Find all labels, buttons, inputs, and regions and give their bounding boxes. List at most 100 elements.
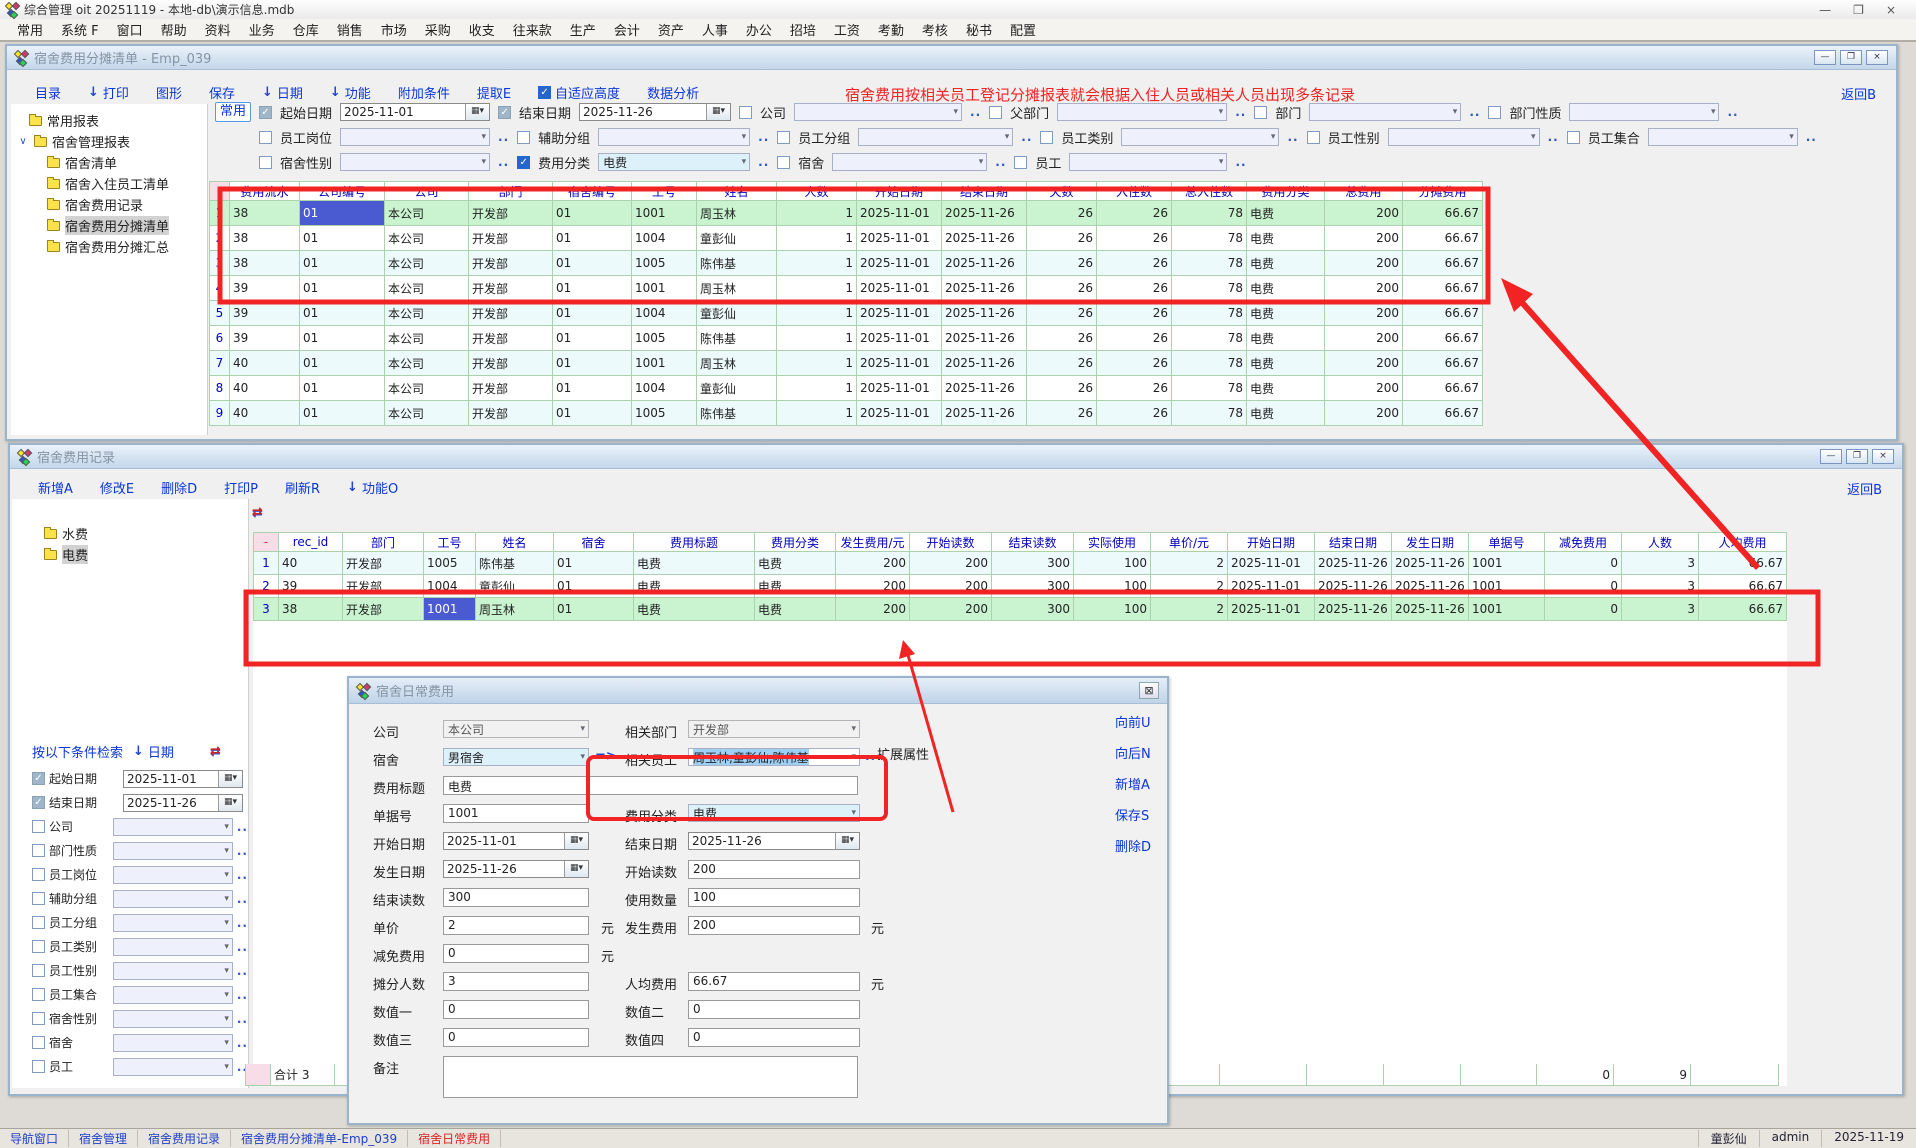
table-cell[interactable]: 26 — [1097, 251, 1172, 276]
table-cell[interactable]: 本公司 — [385, 376, 469, 401]
toolbar-button-修改E[interactable]: 修改E — [100, 478, 134, 497]
table-cell[interactable]: 2025-11-01 — [1228, 552, 1315, 575]
statusbar-item-导航窗口[interactable]: 导航窗口 — [0, 1130, 69, 1147]
dropdown[interactable]: ▾ — [832, 153, 987, 171]
table-cell[interactable]: 开发部 — [343, 552, 424, 575]
table-cell[interactable]: 2025-11-01 — [857, 276, 942, 301]
table-cell[interactable]: 78 — [1172, 226, 1247, 251]
table-cell[interactable]: 39 — [230, 326, 300, 351]
table-cell[interactable]: 78 — [1172, 326, 1247, 351]
table-cell[interactable]: 01 — [300, 401, 385, 426]
menu-item[interactable]: 窗口 — [108, 18, 152, 41]
table-cell[interactable]: 200 — [836, 552, 910, 575]
more-button[interactable]: .. — [995, 155, 1006, 169]
more-button[interactable]: .. — [237, 892, 248, 906]
dropdown[interactable]: ▾ — [113, 818, 233, 836]
table-cell[interactable]: 26 — [1027, 276, 1097, 301]
table-cell[interactable]: 01 — [300, 326, 385, 351]
table-cell[interactable]: 78 — [1172, 251, 1247, 276]
table-cell[interactable]: 开发部 — [343, 575, 424, 598]
checkbox-unchecked[interactable] — [32, 868, 45, 881]
table-cell[interactable]: 电费 — [1247, 301, 1325, 326]
tree-item-常用报表[interactable]: 常用报表 — [11, 110, 207, 131]
minimize-icon[interactable]: — — [1814, 50, 1836, 65]
table-cell[interactable]: 0 — [1545, 575, 1622, 598]
table-cell[interactable]: 2025-11-01 — [857, 301, 942, 326]
checkbox-unchecked[interactable] — [1254, 106, 1267, 119]
table-cell[interactable]: 开发部 — [469, 351, 553, 376]
table-cell[interactable]: 1001 — [1469, 575, 1545, 598]
dropdown[interactable]: 男宿舍▾ — [443, 748, 589, 766]
table-cell[interactable]: 66.67 — [1403, 301, 1483, 326]
more-button[interactable]: .. — [237, 1012, 248, 1026]
table-cell[interactable]: 26 — [1097, 376, 1172, 401]
table-cell[interactable]: 1001 — [632, 276, 697, 301]
checkbox-checked[interactable]: ✓ — [259, 106, 272, 119]
table-cell[interactable]: 38 — [230, 201, 300, 226]
table-cell[interactable]: 78 — [1172, 401, 1247, 426]
table-cell[interactable]: 电费 — [634, 552, 755, 575]
table-cell[interactable]: 2025-11-01 — [857, 376, 942, 401]
date-picker[interactable]: 2025-11-26▦▾ — [123, 794, 243, 812]
table-cell[interactable]: 1004 — [424, 575, 476, 598]
table-cell[interactable]: 01 — [554, 575, 634, 598]
checkbox-checked[interactable]: ✓ — [32, 772, 45, 785]
table-cell[interactable]: 26 — [1097, 326, 1172, 351]
table-cell[interactable]: 01 — [300, 276, 385, 301]
table-cell[interactable]: 开发部 — [469, 276, 553, 301]
checkbox-unchecked[interactable] — [32, 820, 45, 833]
menu-item[interactable]: 工资 — [825, 18, 869, 41]
table-cell[interactable]: 66.67 — [1403, 201, 1483, 226]
table-cell[interactable]: 26 — [1027, 326, 1097, 351]
table-cell[interactable]: 26 — [1097, 226, 1172, 251]
date-picker[interactable]: 2025-11-01▦▾ — [340, 103, 490, 121]
table-cell[interactable]: 3 — [1622, 552, 1699, 575]
table-cell[interactable]: 78 — [1172, 376, 1247, 401]
table-cell[interactable]: 1 — [777, 251, 857, 276]
table-cell[interactable]: 01 — [300, 376, 385, 401]
table-cell[interactable]: 陈伟基 — [697, 326, 777, 351]
table-cell[interactable]: 200 — [1325, 401, 1403, 426]
table-cell[interactable]: 200 — [1325, 376, 1403, 401]
toolbar-button-新增A[interactable]: 新增A — [38, 478, 73, 497]
table-cell[interactable]: 电费 — [1247, 401, 1325, 426]
table-cell[interactable]: 38 — [230, 251, 300, 276]
table-cell[interactable]: 66.67 — [1403, 276, 1483, 301]
checkbox-checked[interactable]: ✓ — [498, 106, 511, 119]
more-button[interactable]: .. — [237, 868, 248, 882]
menu-item[interactable]: 业务 — [240, 18, 284, 41]
checkbox-unchecked[interactable] — [32, 892, 45, 905]
dropdown[interactable]: ▾ — [340, 153, 490, 171]
table-cell[interactable]: 2 — [1151, 598, 1228, 621]
menu-item[interactable]: 采购 — [416, 18, 460, 41]
table-cell[interactable]: 1005 — [632, 401, 697, 426]
table-cell[interactable]: 300 — [992, 575, 1074, 598]
table-cell[interactable]: 本公司 — [385, 276, 469, 301]
table-cell[interactable]: 01 — [553, 251, 632, 276]
toolbar-button-目录[interactable]: 目录 — [35, 83, 61, 102]
table-cell[interactable]: 66.67 — [1403, 376, 1483, 401]
toolbar-button-刷新R[interactable]: 刷新R — [285, 478, 320, 497]
table-cell[interactable]: 2025-11-26 — [942, 376, 1027, 401]
checkbox-unchecked[interactable] — [259, 131, 272, 144]
table-cell[interactable]: 26 — [1027, 251, 1097, 276]
dropdown[interactable]: 电费▾ — [688, 804, 860, 822]
table-cell[interactable]: 童彭仙 — [476, 575, 554, 598]
menu-item[interactable]: 收支 — [460, 18, 504, 41]
menu-item[interactable]: 资产 — [649, 18, 693, 41]
table-cell[interactable]: 童彭仙 — [697, 376, 777, 401]
menu-item[interactable]: 考勤 — [869, 18, 913, 41]
dropdown[interactable]: ▾ — [113, 986, 233, 1004]
dropdown[interactable]: ▾ — [1388, 128, 1540, 146]
table-cell[interactable]: 1004 — [632, 301, 697, 326]
table-cell[interactable]: 2 — [1151, 575, 1228, 598]
table-cell[interactable]: 电费 — [1247, 376, 1325, 401]
table-cell[interactable]: 39 — [279, 575, 343, 598]
swap-icon[interactable]: ⇄ — [252, 505, 263, 520]
checkbox-unchecked[interactable] — [32, 940, 45, 953]
date-picker[interactable]: 2025-11-26▦▾ — [688, 832, 860, 850]
more-button[interactable]: .. — [498, 130, 509, 144]
menu-item[interactable]: 秘书 — [957, 18, 1001, 41]
table-cell[interactable]: 66.67 — [1403, 251, 1483, 276]
toolbar-button-附加条件[interactable]: 附加条件 — [398, 83, 450, 102]
